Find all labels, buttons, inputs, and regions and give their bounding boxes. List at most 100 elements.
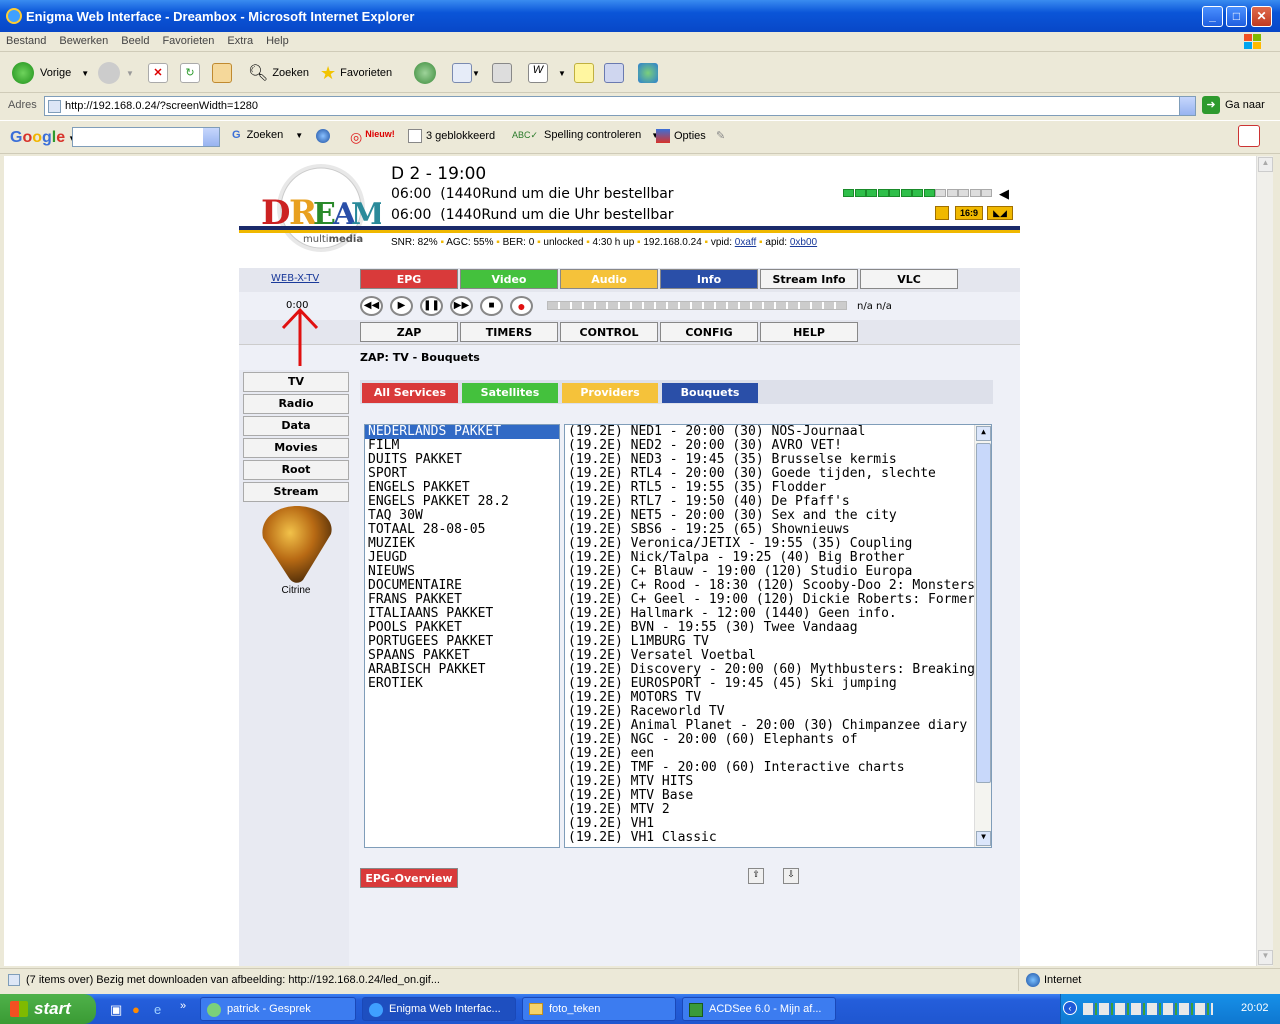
zap-button[interactable]: ZAP <box>360 322 458 342</box>
google-search-button[interactable]: G Zoeken ▼ <box>232 129 303 141</box>
edit-button[interactable]: W ▼ <box>528 61 566 85</box>
sidebar-item-radio[interactable]: Radio <box>243 394 349 414</box>
page-scrollbar[interactable]: ▲ ▼ <box>1256 156 1273 966</box>
quicklaunch-firefox-icon[interactable]: ● <box>132 1002 140 1017</box>
page-up-icon[interactable]: ⇧ <box>748 868 764 884</box>
back-button[interactable]: Vorige ▼ <box>12 61 89 85</box>
new-button[interactable]: ◎ Nieuw! <box>350 129 395 146</box>
stop-button[interactable]: ✕ <box>148 61 168 85</box>
task-patrick-gesprek[interactable]: patrick - Gesprek <box>200 997 356 1021</box>
service-item[interactable]: (19.2E) MTV HITS <box>565 775 991 789</box>
bouquet-item[interactable]: TAQ 30W <box>365 509 559 523</box>
google-logo[interactable]: Google▼ <box>10 129 76 147</box>
sidebar-item-movies[interactable]: Movies <box>243 438 349 458</box>
epg-button[interactable]: EPG <box>360 269 458 289</box>
volume-segment[interactable] <box>900 189 912 197</box>
volume-segment[interactable] <box>923 189 935 197</box>
video-button[interactable]: Video <box>460 269 558 289</box>
service-item[interactable]: (19.2E) Animal Planet - 20:00 (30) Chimp… <box>565 719 991 733</box>
search-button[interactable]: 🔍︎ Zoeken <box>248 61 309 85</box>
tab-satellites[interactable]: Satellites <box>462 383 558 403</box>
start-button[interactable]: start <box>0 994 96 1024</box>
pause-button[interactable]: ❚❚ <box>420 296 443 316</box>
service-item[interactable]: (19.2E) RTL4 - 20:00 (30) Goede tijden, … <box>565 467 991 481</box>
pagerank-icon[interactable] <box>316 129 330 143</box>
research-button[interactable] <box>604 61 624 85</box>
spellcheck-button[interactable]: ABC✓Spelling controleren▼ <box>512 129 659 141</box>
discuss-button[interactable] <box>574 61 594 85</box>
service-item[interactable]: (19.2E) RTL5 - 19:55 (35) Flodder <box>565 481 991 495</box>
volume-segment[interactable] <box>843 189 854 197</box>
volume-segment[interactable] <box>866 189 877 197</box>
config-button[interactable]: CONFIG <box>660 322 758 342</box>
sidebar-item-tv[interactable]: TV <box>243 372 349 392</box>
pencil-icon[interactable]: ✎ <box>716 129 725 142</box>
service-item[interactable]: (19.2E) Raceworld TV <box>565 705 991 719</box>
service-list-scrollbar[interactable]: ▲ ▼ <box>974 425 991 847</box>
service-item[interactable]: (19.2E) C+ Blauw - 19:00 (120) Studio Eu… <box>565 565 991 579</box>
service-item[interactable]: (19.2E) Discovery - 20:00 (60) Mythbuste… <box>565 663 991 677</box>
pdf-icon[interactable] <box>1238 125 1260 147</box>
bouquet-item[interactable]: DOCUMENTAIRE <box>365 579 559 593</box>
options-button[interactable]: Opties <box>656 129 706 143</box>
sidebar-item-stream[interactable]: Stream <box>243 482 349 502</box>
service-item[interactable]: (19.2E) NGC - 20:00 (60) Elephants of <box>565 733 991 747</box>
bouquet-item[interactable]: MUZIEK <box>365 537 559 551</box>
google-search-input[interactable] <box>72 127 220 147</box>
service-item[interactable]: (19.2E) BVN - 19:55 (30) Twee Vandaag <box>565 621 991 635</box>
scroll-thumb[interactable] <box>976 443 991 783</box>
service-item[interactable]: (19.2E) NED3 - 19:45 (35) Brusselse kerm… <box>565 453 991 467</box>
menu-extra[interactable]: Extra <box>221 32 260 47</box>
menu-help[interactable]: Help <box>260 32 296 47</box>
popup-blocker[interactable]: 3 geblokkeerd <box>408 129 495 143</box>
menu-bewerken[interactable]: Bewerken <box>53 32 115 47</box>
forward-button[interactable]: ▼ <box>98 61 134 85</box>
volume-segment[interactable] <box>912 189 923 197</box>
volume-segment[interactable] <box>889 189 900 197</box>
service-item[interactable]: (19.2E) SBS6 - 19:25 (65) Shownieuws <box>565 523 991 537</box>
service-item[interactable]: (19.2E) L1MBURG TV <box>565 635 991 649</box>
bouquet-item[interactable]: PORTUGEES PAKKET <box>365 635 559 649</box>
volume-segment[interactable] <box>877 189 889 197</box>
tab-all-services[interactable]: All Services <box>362 383 458 403</box>
bouquet-item[interactable]: DUITS PAKKET <box>365 453 559 467</box>
home-button[interactable] <box>212 61 232 85</box>
bouquet-item[interactable]: TOTAAL 28-08-05 <box>365 523 559 537</box>
bouquet-item[interactable]: NEDERLANDS PAKKET <box>365 425 559 439</box>
service-item[interactable]: (19.2E) Nick/Talpa - 19:25 (40) Big Brot… <box>565 551 991 565</box>
epg-overview-button[interactable]: EPG-Overview <box>360 868 458 888</box>
page-scroll-up-icon[interactable]: ▲ <box>1258 157 1273 172</box>
menu-beeld[interactable]: Beeld <box>115 32 156 47</box>
quicklaunch-desktop-icon[interactable]: ▣ <box>110 1002 122 1018</box>
service-item[interactable]: (19.2E) EUROSPORT - 19:45 (45) Ski jumpi… <box>565 677 991 691</box>
service-item[interactable]: (19.2E) MTV 2 <box>565 803 991 817</box>
page-down-icon[interactable]: ⇩ <box>783 868 799 884</box>
bouquet-item[interactable]: SPAANS PAKKET <box>365 649 559 663</box>
bouquet-item[interactable]: NIEUWS <box>365 565 559 579</box>
audio-button[interactable]: Audio <box>560 269 658 289</box>
bouquet-item[interactable]: JEUGD <box>365 551 559 565</box>
play-button[interactable]: ▶ <box>390 296 413 316</box>
sidebar-item-root[interactable]: Root <box>243 460 349 480</box>
print-button[interactable] <box>492 61 512 85</box>
page-scroll-down-icon[interactable]: ▼ <box>1258 950 1273 965</box>
speaker-icon[interactable]: ◀ <box>999 186 1009 202</box>
bouquet-item[interactable]: EROTIEK <box>365 677 559 691</box>
stop-playback-button[interactable]: ■ <box>480 296 503 316</box>
task-enigma-web-interface[interactable]: Enigma Web Interfac... <box>362 997 516 1021</box>
tab-providers[interactable]: Providers <box>562 383 658 403</box>
bouquet-item[interactable]: SPORT <box>365 467 559 481</box>
record-button[interactable]: ● <box>510 296 533 316</box>
volume-segment[interactable] <box>935 189 946 197</box>
tab-bouquets[interactable]: Bouquets <box>662 383 758 403</box>
service-item[interactable]: (19.2E) VH1 <box>565 817 991 831</box>
messenger-button[interactable] <box>638 61 658 85</box>
bouquet-list[interactable]: NEDERLANDS PAKKET FILM DUITS PAKKET SPORT EN… <box>364 424 560 848</box>
task-acdsee[interactable]: ACDSee 6.0 - Mijn af... <box>682 997 836 1021</box>
close-button[interactable]: ✕ <box>1251 6 1272 27</box>
timers-button[interactable]: TIMERS <box>460 322 558 342</box>
window-titlebar[interactable]: Enigma Web Interface - Dreambox - Micros… <box>0 0 1280 32</box>
service-item[interactable]: (19.2E) NET5 - 20:00 (30) Sex and the ci… <box>565 509 991 523</box>
service-item[interactable]: (19.2E) Veronica/JETIX - 19:55 (35) Coup… <box>565 537 991 551</box>
volume-segment[interactable] <box>958 189 969 197</box>
